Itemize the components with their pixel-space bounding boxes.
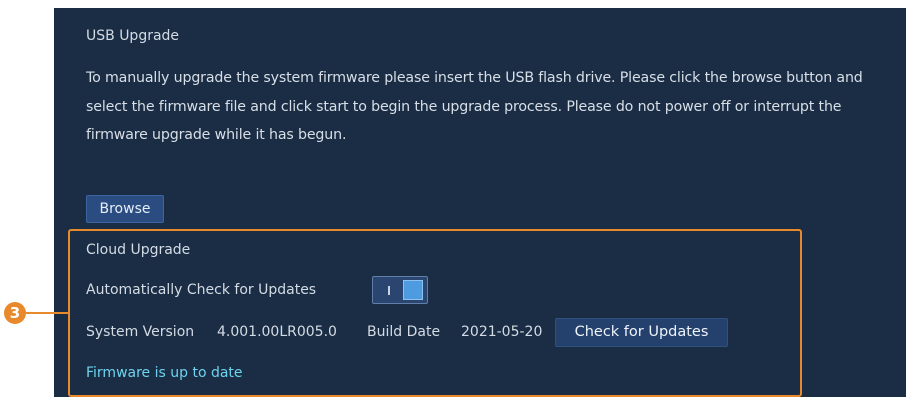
auto-check-label: Automatically Check for Updates	[86, 282, 317, 298]
check-for-updates-button[interactable]: Check for Updates	[555, 318, 728, 347]
build-date-value: 2021-05-20	[461, 324, 543, 340]
firmware-status-text: Firmware is up to date	[86, 365, 243, 381]
usb-upgrade-description: To manually upgrade the system firmware …	[86, 70, 863, 143]
cloud-upgrade-title: Cloud Upgrade	[86, 242, 191, 258]
usb-upgrade-title: USB Upgrade	[86, 28, 180, 44]
callout-leader-line	[26, 312, 70, 314]
system-version-value: 4.001.00LR005.0	[217, 324, 337, 340]
upgrade-panel: USB Upgrade To manually upgrade the syst…	[54, 8, 906, 397]
callout-number-badge: 3	[4, 302, 26, 324]
toggle-on-indicator-icon	[388, 286, 390, 295]
browse-button[interactable]: Browse	[86, 195, 164, 223]
cloud-upgrade-section: Cloud Upgrade Automatically Check for Up…	[68, 229, 802, 397]
build-date-label: Build Date	[367, 324, 441, 340]
auto-check-toggle[interactable]	[372, 276, 428, 304]
toggle-knob-icon	[403, 280, 423, 300]
system-version-label: System Version	[86, 324, 195, 340]
screenshot-stage: USB Upgrade To manually upgrade the syst…	[0, 0, 906, 397]
